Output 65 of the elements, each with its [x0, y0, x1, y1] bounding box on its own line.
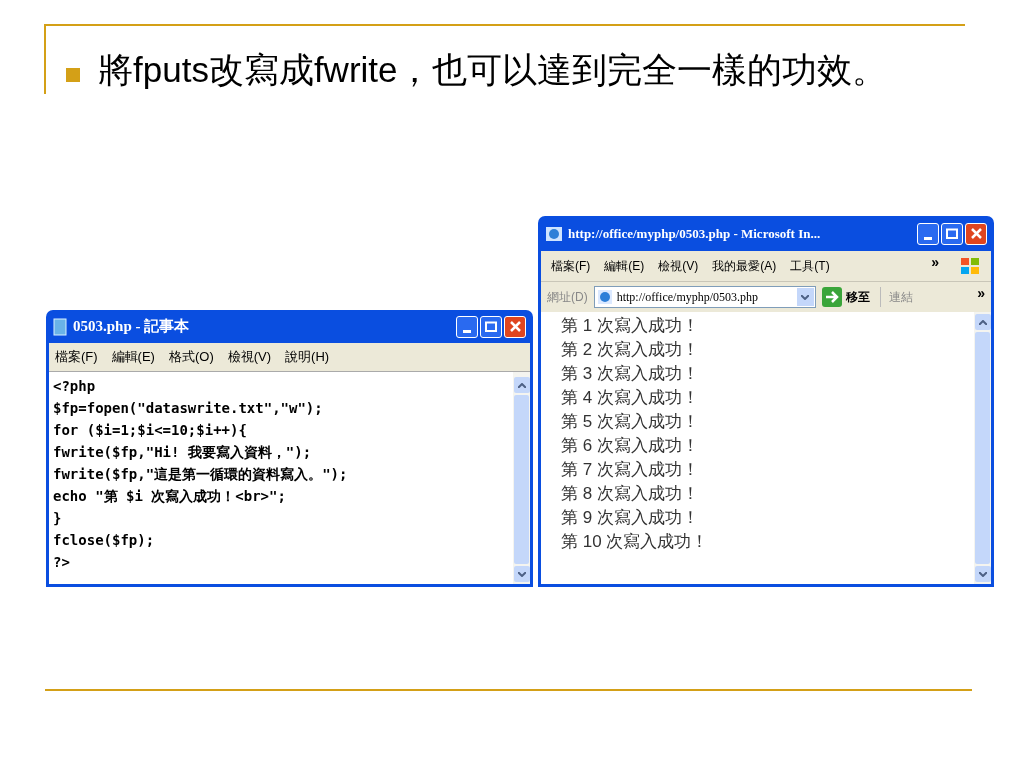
maximize-button[interactable] — [480, 315, 502, 338]
page-icon — [596, 289, 613, 305]
close-button[interactable] — [504, 315, 526, 338]
bullet-text: 將fputs改寫成fwrite，也可以達到完全一樣的功效。 — [98, 49, 889, 91]
output-line: 第 7 次寫入成功！ — [561, 459, 699, 481]
window-title: http://office/myphp/0503.php - Microsoft In... — [568, 224, 822, 243]
notepad-icon — [53, 317, 67, 336]
maximize-button[interactable] — [941, 222, 963, 245]
code-line: ?> — [53, 553, 70, 572]
windows-logo-icon — [959, 256, 981, 276]
scroll-thumb[interactable] — [514, 395, 529, 564]
output-line: 第 9 次寫入成功！ — [561, 507, 699, 529]
minimize-button[interactable] — [456, 315, 478, 338]
menu-overflow-button[interactable]: » — [931, 251, 939, 273]
close-icon — [970, 228, 982, 239]
maximize-icon — [485, 321, 497, 332]
scroll-thumb[interactable] — [975, 332, 990, 564]
output-line: 第 4 次寫入成功！ — [561, 387, 699, 409]
output-line: 第 2 次寫入成功！ — [561, 339, 699, 361]
menu-item[interactable]: 我的最愛(A) — [712, 257, 777, 275]
menu-item[interactable]: 格式(O) — [168, 347, 214, 367]
code-line: echo "第 $i 次寫入成功！<br>"; — [53, 487, 286, 506]
bullet-icon — [66, 68, 80, 82]
links-overflow-button[interactable]: » — [977, 282, 985, 304]
address-field[interactable]: http://office/myphp/0503.php — [593, 286, 816, 308]
code-line: for ($i=1;$i<=10;$i++){ — [53, 421, 247, 440]
close-icon — [509, 321, 521, 332]
output-line: 第 8 次寫入成功！ — [561, 483, 699, 505]
output-line: 第 6 次寫入成功！ — [561, 435, 699, 457]
minimize-button[interactable] — [917, 222, 939, 245]
code-line: fclose($fp); — [53, 531, 155, 550]
scroll-down-button[interactable] — [513, 566, 530, 582]
window-title: 0503.php - 記事本 — [73, 317, 191, 337]
menu-item[interactable]: 檢視(V) — [227, 347, 272, 367]
code-line: } — [53, 509, 62, 528]
output-line: 第 3 次寫入成功！ — [561, 363, 699, 385]
scrollbar[interactable] — [974, 312, 991, 584]
scroll-up-button[interactable] — [513, 377, 530, 393]
output-line: 第 1 次寫入成功！ — [561, 315, 699, 337]
minimize-icon — [463, 329, 471, 333]
menu-item[interactable]: 說明(H) — [285, 347, 330, 367]
menu-item[interactable]: 工具(T) — [790, 257, 830, 275]
code-line: fwrite($fp,"這是第一循環的資料寫入。"); — [53, 465, 348, 484]
menu-item[interactable]: 檔案(F) — [551, 257, 591, 275]
code-line: <?php — [53, 377, 96, 396]
go-button[interactable]: 移至 — [821, 287, 870, 307]
dropdown-button[interactable] — [796, 288, 814, 306]
browser-icon — [545, 225, 563, 242]
menu-item[interactable]: 編輯(E) — [604, 257, 645, 275]
scroll-down-button[interactable] — [974, 566, 991, 582]
code-line: $fp=fopen("dataswrite.txt","w"); — [53, 399, 323, 418]
scroll-up-button[interactable] — [974, 314, 991, 330]
address-label: 網址(D) — [547, 289, 588, 306]
output-line: 第 5 次寫入成功！ — [561, 411, 699, 433]
menu-item[interactable]: 檢視(V) — [658, 257, 699, 275]
minimize-icon — [924, 236, 932, 240]
output-line: 第 10 次寫入成功！ — [561, 531, 709, 553]
menu-item[interactable]: 編輯(E) — [111, 347, 155, 367]
close-button[interactable] — [965, 222, 987, 245]
maximize-icon — [946, 228, 958, 239]
code-line: fwrite($fp,"Hi! 我要寫入資料，"); — [53, 443, 312, 462]
scrollbar[interactable] — [513, 372, 530, 584]
chevron-down-icon — [801, 294, 810, 300]
right-arrow-icon — [821, 287, 842, 307]
menu-item[interactable]: 檔案(F) — [55, 347, 98, 367]
